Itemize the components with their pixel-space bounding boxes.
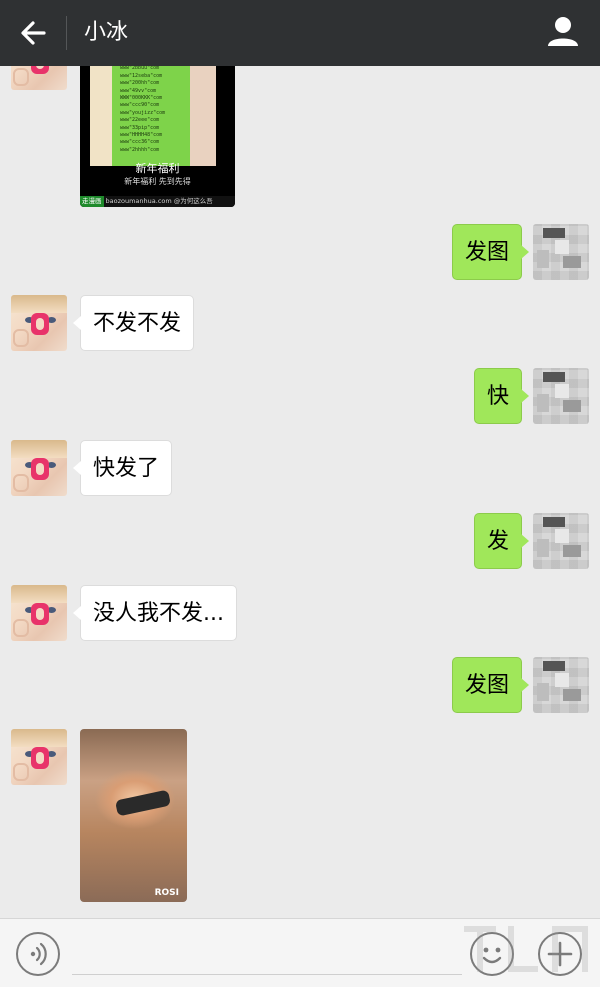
image-text-line: www"200hh"com	[120, 80, 160, 87]
contact-message-bubble[interactable]: 快发了	[72, 440, 173, 496]
my-avatar[interactable]	[533, 368, 589, 424]
image-text-line: WWW"000KKK"com	[120, 95, 163, 102]
image-text-line: www"ccc36"com	[120, 139, 160, 146]
emoji-button[interactable]	[470, 932, 514, 976]
back-button[interactable]	[14, 15, 54, 51]
image-text-line: www"ccc90"com	[120, 102, 160, 109]
contact-avatar[interactable]	[11, 66, 67, 90]
image-text-line: www"2hhhh"com	[120, 146, 160, 153]
image-text-line: www"HHHH48"com	[120, 132, 163, 139]
profile-button[interactable]	[546, 14, 580, 50]
title-bar: 小冰	[0, 0, 600, 66]
chat-title: 小冰	[84, 20, 129, 45]
contact-message-bubble[interactable]: 不发不发	[72, 295, 195, 351]
contact-avatar[interactable]	[11, 440, 67, 496]
voice-button[interactable]	[16, 932, 60, 976]
my-message-bubble[interactable]: 发图	[451, 657, 530, 713]
image-text-line: www"2bbuu"com	[120, 66, 160, 72]
message-input[interactable]	[72, 935, 462, 975]
contact-message-bubble[interactable]: 没人我不发...	[73, 585, 237, 641]
image-footer-tag: 走漫画	[80, 196, 104, 207]
image-message[interactable]: ROSI	[80, 729, 187, 902]
emoji-icon	[482, 947, 502, 964]
my-avatar[interactable]	[533, 513, 589, 569]
image-message[interactable]: www"rb444"comwww"2bbuu"comwww"12seba"com…	[80, 66, 235, 207]
contact-avatar[interactable]	[11, 295, 67, 351]
arrow-left-icon	[21, 21, 46, 45]
person-icon	[548, 17, 578, 46]
my-message-bubble[interactable]: 快	[473, 368, 530, 424]
image-content	[114, 789, 172, 817]
plus-icon	[547, 941, 573, 967]
contact-avatar[interactable]	[11, 585, 67, 641]
my-message-bubble[interactable]: 发图	[451, 224, 530, 280]
header-divider	[66, 16, 67, 50]
image-text-lines: www"rb444"comwww"2bbuu"comwww"12seba"com…	[120, 66, 190, 154]
image-text-line: www"youjizz"com	[120, 109, 166, 116]
voice-icon	[30, 942, 47, 966]
image-caption: 新年福利	[135, 162, 180, 175]
image-text-line: www"22eee"com	[120, 117, 160, 124]
image-footer: 走漫画 baozoumanhua.com @为何这么吾	[80, 196, 235, 207]
contact-avatar[interactable]	[11, 729, 67, 785]
image-footer-text: baozoumanhua.com @为何这么吾	[105, 197, 213, 205]
image-text-line: www"33pip"com	[120, 124, 160, 131]
input-bar	[0, 918, 600, 987]
my-message-bubble[interactable]: 发	[473, 513, 530, 569]
message-list[interactable]: www"rb444"comwww"2bbuu"comwww"12seba"com…	[0, 66, 600, 918]
image-text-line: www"12seba"com	[120, 72, 163, 79]
image-logo-text: ROSI	[154, 888, 179, 898]
my-avatar[interactable]	[533, 224, 589, 280]
image-text-line: www"49vv"com	[120, 87, 157, 94]
my-avatar[interactable]	[533, 657, 589, 713]
more-button[interactable]	[538, 932, 582, 976]
image-subcaption: 新年福利 先到先得	[124, 177, 191, 186]
chat-screen: 小冰 www"rb444"comwww"2bbuu"comwww"12seba"…	[0, 0, 600, 987]
